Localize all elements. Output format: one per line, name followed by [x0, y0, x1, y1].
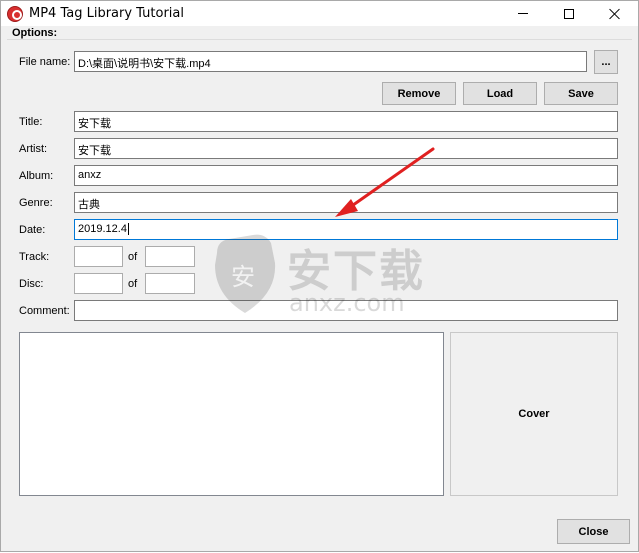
file-name-field[interactable]: D:\桌面\说明书\安下载.mp4	[74, 51, 587, 72]
maximize-button[interactable]	[546, 1, 592, 26]
track-of-label: of	[128, 251, 138, 263]
track-field[interactable]	[74, 246, 123, 267]
track-label: Track:	[19, 251, 50, 263]
close-window-button[interactable]	[592, 1, 638, 26]
watermark-logo: 安 安下载 anxz.com	[209, 233, 439, 321]
genre-label: Genre:	[19, 197, 53, 209]
disc-label: Disc:	[19, 278, 44, 290]
maximize-icon	[564, 8, 574, 19]
disc-of-label: of	[128, 278, 138, 290]
window-title: MP4 Tag Library Tutorial	[29, 6, 184, 21]
genre-field[interactable]: 古典	[74, 192, 618, 213]
app-icon	[7, 6, 23, 22]
album-field[interactable]: anxz	[74, 165, 618, 186]
svg-text:安: 安	[231, 263, 255, 291]
watermark-subtext: anxz.com	[289, 289, 405, 317]
options-group-label: Options:	[12, 27, 58, 39]
main-window: MP4 Tag Library Tutorial Options: File n…	[0, 0, 639, 552]
title-label: Title:	[19, 116, 43, 128]
close-button[interactable]: Close	[557, 519, 630, 544]
title-bar[interactable]: MP4 Tag Library Tutorial	[1, 1, 638, 26]
date-label: Date:	[19, 224, 46, 236]
disc-field[interactable]	[74, 273, 123, 294]
browse-button[interactable]: ...	[594, 50, 618, 74]
remove-button[interactable]: Remove	[382, 82, 456, 105]
artist-field[interactable]: 安下载	[74, 138, 618, 159]
minimize-button[interactable]	[500, 1, 546, 26]
load-button[interactable]: Load	[463, 82, 537, 105]
close-icon	[609, 8, 621, 20]
text-caret	[127, 223, 129, 236]
cover-image-box[interactable]: Cover	[450, 332, 618, 496]
comment-label: Comment:	[19, 305, 70, 317]
file-name-label: File name:	[19, 56, 71, 68]
track-total-field[interactable]	[145, 246, 195, 267]
save-button[interactable]: Save	[544, 82, 618, 105]
disc-total-field[interactable]	[145, 273, 195, 294]
title-field[interactable]: 安下载	[74, 111, 618, 132]
album-label: Album:	[19, 170, 54, 182]
cover-label: Cover	[518, 408, 550, 420]
date-value: 2019.12.4	[78, 223, 127, 235]
lyrics-textarea[interactable]	[19, 332, 444, 496]
minimize-icon	[518, 13, 528, 14]
artist-label: Artist:	[19, 143, 48, 155]
